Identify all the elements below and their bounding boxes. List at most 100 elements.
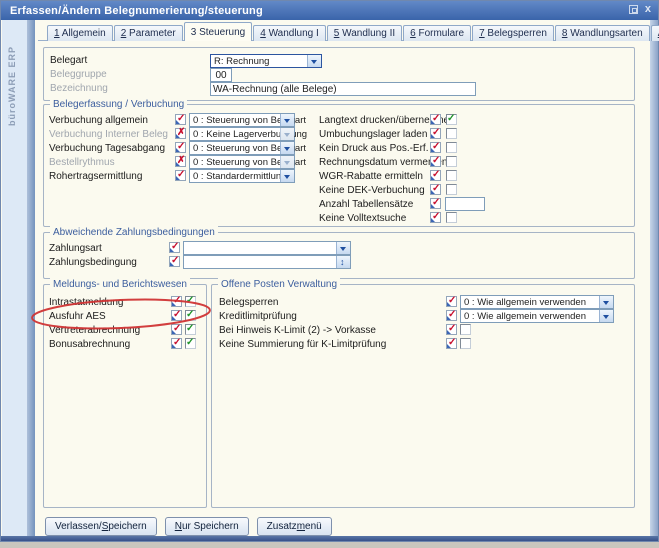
chevron-down-icon[interactable] — [280, 142, 294, 154]
check-state-icon[interactable] — [169, 256, 180, 267]
brand-vertical-text: büroWARE ERP — [7, 46, 17, 126]
check-state-icon[interactable] — [175, 170, 186, 181]
check-state-icon[interactable] — [171, 338, 182, 349]
anzahl-tabellens-tze-input[interactable] — [445, 197, 485, 211]
chevron-down-icon[interactable] — [280, 128, 294, 140]
tab-7-belegsperren[interactable]: 7 Belegsperren — [472, 25, 554, 41]
vertreterabrechnung-checkbox[interactable] — [185, 324, 196, 335]
tab-8-wandlungsarten[interactable]: 8 Wandlungsarten — [555, 25, 650, 41]
check-state-icon[interactable] — [430, 142, 441, 153]
check-state-icon[interactable] — [430, 184, 441, 195]
brand-sidebar: büroWARE ERP — [2, 20, 27, 536]
tab-2-parameter[interactable]: 2 Parameter — [114, 25, 183, 41]
bezeichnung-label: Bezeichnung — [50, 83, 108, 95]
x-state-icon[interactable] — [175, 128, 186, 139]
belegsperren-combobox[interactable]: 0 : Wie allgemein verwenden — [460, 295, 614, 309]
updown-arrow-icon[interactable] — [336, 256, 350, 268]
nur-speichern-button[interactable]: Nur Speichern — [165, 517, 249, 536]
belegart-label: Belegart — [50, 55, 87, 67]
verbuchung-interner-beleg-combobox[interactable]: 0 : Keine Lagerverbuchung — [189, 127, 295, 141]
tab-5-wandlung-ii[interactable]: 5 Wandlung II — [327, 25, 402, 41]
meldung-label-bonusabrechnung: Bonusabrechnung — [49, 339, 130, 351]
erfassung-left-label-verbuchung-tagesabgang: Verbuchung Tagesabgang — [49, 143, 165, 155]
zahlungsbedingung-combobox[interactable] — [183, 255, 351, 269]
zahlung-label-zahlungsart: Zahlungsart — [49, 243, 102, 255]
chevron-down-icon[interactable] — [280, 114, 294, 126]
check-state-icon[interactable] — [175, 142, 186, 153]
check-state-icon[interactable] — [171, 324, 182, 335]
zahlung-label-zahlungsbedingung: Zahlungsbedingung — [49, 257, 137, 269]
erfassung-left-label-verbuchung-interner-beleg: Verbuchung Interner Beleg — [49, 129, 168, 141]
fieldset-legend: Abweichende Zahlungsbedingungen — [50, 226, 218, 239]
check-state-icon[interactable] — [171, 310, 182, 321]
check-state-icon[interactable] — [430, 128, 441, 139]
tab-a-sonstige[interactable]: A Sonstige — [651, 25, 659, 41]
check-state-icon[interactable] — [430, 198, 441, 209]
erfassung-left-label-rohertragsermittlung: Rohertragsermittlung — [49, 171, 142, 183]
zusatzmen-button[interactable]: Zusatzmenü — [257, 517, 332, 536]
chevron-down-icon[interactable] — [599, 310, 613, 322]
op-label-kreditlimitpr-fung: Kreditlimitprüfung — [219, 311, 297, 323]
ausfuhr-aes-checkbox[interactable] — [185, 310, 196, 321]
window-title: Erfassen/Ändern Belegnumerierung/steueru… — [10, 5, 263, 17]
umbuchungslager-laden-checkbox[interactable] — [446, 128, 457, 139]
erfassung-right-label-rechnungsdatum-vermerken: Rechnungsdatum vermerken — [319, 157, 447, 169]
maximize-icon[interactable] — [629, 5, 638, 14]
chevron-down-icon[interactable] — [307, 55, 321, 67]
bestellrythmus-combobox[interactable]: 0 : Steuerung von Belegart — [189, 155, 295, 169]
intrastatmeldung-checkbox[interactable] — [185, 296, 196, 307]
bei-hinweis-k-limit-2-vorkasse-checkbox[interactable] — [460, 324, 471, 335]
check-state-icon[interactable] — [430, 170, 441, 181]
erfassung-left-label-bestellrythmus: Bestellrythmus — [49, 157, 115, 169]
erfassung-right-label-keine-volltextsuche: Keine Volltextsuche — [319, 213, 406, 225]
dialog-window: Erfassen/Ändern Belegnumerierung/steueru… — [0, 0, 659, 542]
check-state-icon[interactable] — [430, 212, 441, 223]
keine-summierung-f-r-k-limitpr-fung-checkbox[interactable] — [460, 338, 471, 349]
belegart-combobox[interactable]: R: Rechnung — [210, 54, 322, 68]
zahlungsart-combobox[interactable] — [183, 241, 351, 255]
kein-druck-aus-pos-erf-checkbox[interactable] — [446, 142, 457, 153]
verbuchung-tagesabgang-combobox[interactable]: 0 : Steuerung von Belegart — [189, 141, 295, 155]
rohertragsermittlung-combobox[interactable]: 0 : Standardermittlung — [189, 169, 295, 183]
window-bottom-edge — [1, 536, 658, 541]
kreditlimitpr-fung-combobox-value: 0 : Wie allgemein verwenden — [464, 311, 586, 322]
chevron-down-icon[interactable] — [336, 242, 350, 254]
tab-6-formulare[interactable]: 6 Formulare — [403, 25, 471, 41]
sidebar-grip-strip — [27, 20, 35, 536]
verlassen-speichern-button[interactable]: Verlassen/Speichern — [45, 517, 157, 536]
belegsperren-combobox-value: 0 : Wie allgemein verwenden — [464, 297, 586, 308]
chevron-down-icon[interactable] — [280, 170, 294, 182]
chevron-down-icon[interactable] — [599, 296, 613, 308]
tab-1-allgemein[interactable]: 1 Allgemein — [47, 25, 113, 41]
bonusabrechnung-checkbox[interactable] — [185, 338, 196, 349]
verbuchung-allgemein-combobox[interactable]: 0 : Steuerung von Belegart — [189, 113, 295, 127]
bezeichnung-input[interactable] — [210, 82, 476, 96]
wgr-rabatte-ermitteln-checkbox[interactable] — [446, 170, 457, 181]
check-state-icon[interactable] — [169, 242, 180, 253]
kreditlimitpr-fung-combobox[interactable]: 0 : Wie allgemein verwenden — [460, 309, 614, 323]
check-state-icon[interactable] — [446, 296, 457, 307]
x-state-icon[interactable] — [175, 156, 186, 167]
rechnungsdatum-vermerken-checkbox[interactable] — [446, 156, 457, 167]
keine-dek-verbuchung-checkbox[interactable] — [446, 184, 457, 195]
close-icon[interactable]: x — [645, 4, 651, 15]
check-state-icon[interactable] — [446, 310, 457, 321]
beleggruppe-input[interactable] — [210, 68, 232, 82]
check-state-icon[interactable] — [175, 114, 186, 125]
check-state-icon[interactable] — [446, 324, 457, 335]
check-state-icon[interactable] — [430, 114, 441, 125]
tab-3-steuerung[interactable]: 3 Steuerung — [184, 22, 253, 41]
erfassung-right-label-keine-dek-verbuchung: Keine DEK-Verbuchung — [319, 185, 425, 197]
check-state-icon[interactable] — [171, 296, 182, 307]
keine-volltextsuche-checkbox[interactable] — [446, 212, 457, 223]
title-bar[interactable]: Erfassen/Ändern Belegnumerierung/steueru… — [1, 1, 658, 20]
fieldset-belegart: Belegart Beleggruppe Bezeichnung R: Rech… — [43, 47, 635, 101]
check-state-icon[interactable] — [430, 156, 441, 167]
meldung-label-ausfuhr-aes: Ausfuhr AES — [49, 311, 106, 323]
tab-4-wandlung-i[interactable]: 4 Wandlung I — [253, 25, 326, 41]
fieldset-legend: Offene Posten Verwaltung — [218, 278, 340, 291]
check-state-icon[interactable] — [446, 338, 457, 349]
langtext-drucken-bernehmen-checkbox[interactable] — [446, 114, 457, 125]
chevron-down-icon[interactable] — [280, 156, 294, 168]
meldung-label-intrastatmeldung: Intrastatmeldung — [49, 297, 124, 309]
